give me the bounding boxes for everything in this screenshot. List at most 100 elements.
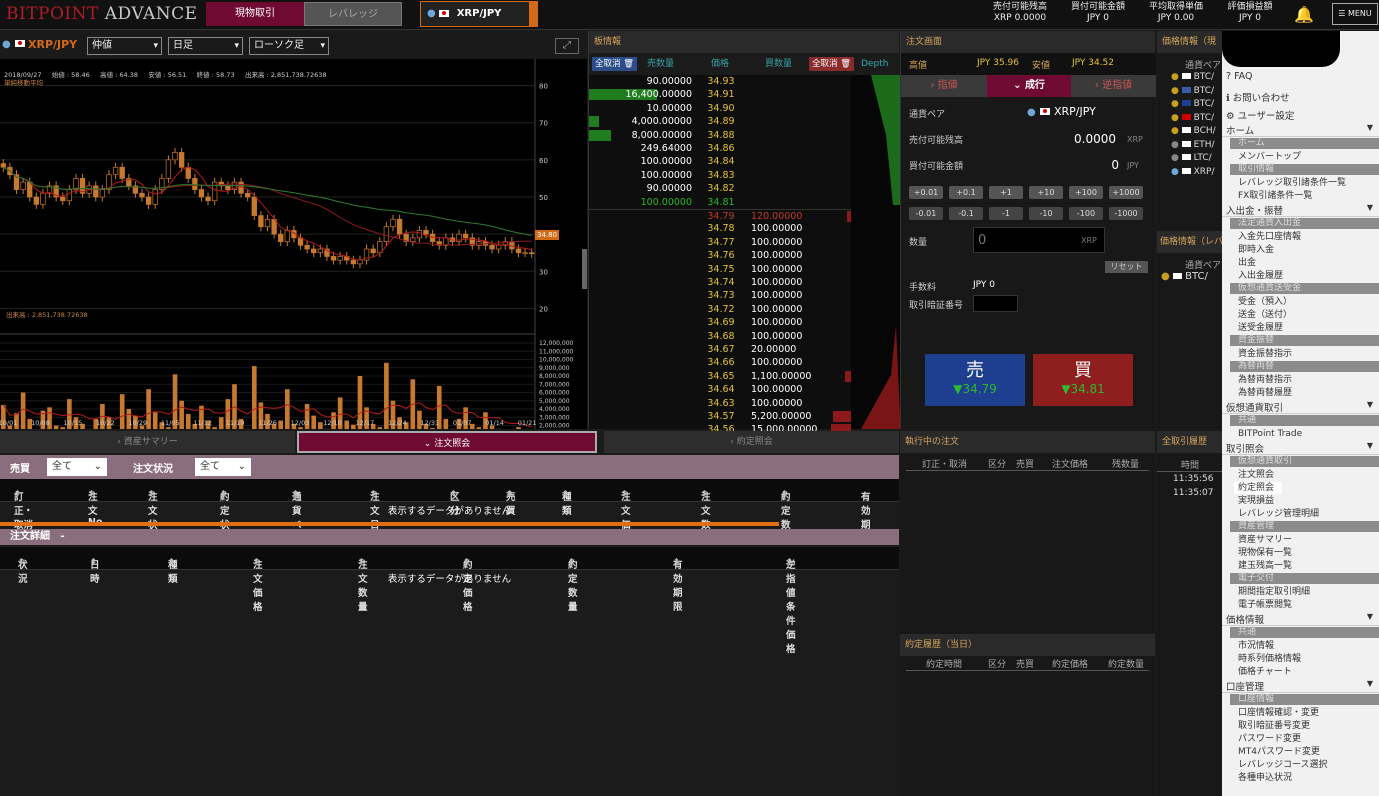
menu-item[interactable]: 口座情報確認・変更 xyxy=(1234,707,1379,719)
tab-leverage[interactable]: レバレッジ xyxy=(304,2,402,26)
menu-item[interactable]: 受金（預入） xyxy=(1234,296,1379,308)
sell-button[interactable]: 売 ▼34.79 xyxy=(925,354,1025,406)
menu-item[interactable]: 実現損益 xyxy=(1234,495,1379,507)
logo[interactable]: BITPOINT ADVANCE xyxy=(6,4,198,24)
tab-spot-trading[interactable]: 現物取引 xyxy=(206,2,304,26)
book-row[interactable]: 34.77 100.00000 xyxy=(589,236,851,249)
menu-item[interactable]: FX取引諸条件一覧 xyxy=(1234,190,1379,202)
qty-step-minus-button[interactable]: -100 xyxy=(1069,207,1103,220)
menu-item[interactable]: 時系列価格情報 xyxy=(1234,653,1379,665)
qty-step-plus-button[interactable]: +0.1 xyxy=(949,186,983,199)
book-row[interactable]: 100.00000 34.83 xyxy=(589,169,851,182)
qty-step-minus-button[interactable]: -0.01 xyxy=(909,207,943,220)
menu-item[interactable]: 約定照会 xyxy=(1234,481,1282,494)
book-row[interactable]: 34.75 100.00000 xyxy=(589,263,851,276)
buy-button[interactable]: 買 ▼34.81 xyxy=(1033,354,1133,406)
book-row[interactable]: 100.00000 34.84 xyxy=(589,155,851,168)
menu-item[interactable]: 為替両替指示 xyxy=(1234,374,1379,386)
scrollbar[interactable] xyxy=(0,522,779,526)
menu-item[interactable]: 現物保有一覧 xyxy=(1234,547,1379,559)
menu-item[interactable]: 電子帳票閲覧 xyxy=(1234,599,1379,611)
menu-item[interactable]: 期間指定取引明細 xyxy=(1234,586,1379,598)
price-type-select[interactable]: 仲値 xyxy=(87,37,162,55)
menu-item[interactable]: レバレッジ管理明細 xyxy=(1234,508,1379,520)
interval-select[interactable]: 日足 xyxy=(168,37,243,55)
menu-item[interactable]: BITPoint Trade xyxy=(1234,428,1379,440)
menu-item[interactable]: 送受金履歴 xyxy=(1234,322,1379,334)
cancel-all-sell-button[interactable]: 全取消 🗑 xyxy=(592,57,638,71)
menu-item[interactable]: パスワード変更 xyxy=(1234,733,1379,745)
tab-asset-summary[interactable]: › 資産サマリー xyxy=(0,431,295,453)
tab-limit[interactable]: › 指値 xyxy=(901,75,987,97)
menu-button[interactable]: ☰ MENU xyxy=(1332,3,1378,25)
menu-item[interactable]: 市況情報 xyxy=(1234,640,1379,652)
book-row[interactable]: 16,400.00000 34.91 xyxy=(589,88,851,101)
book-row[interactable]: 34.78 100.00000 xyxy=(589,222,851,235)
tab-trade-inquiry[interactable]: › 約定照会 xyxy=(604,431,899,453)
qty-step-plus-button[interactable]: +10 xyxy=(1029,186,1063,199)
book-row[interactable]: 90.00000 34.93 xyxy=(589,75,851,88)
menu-top-item[interactable]: ⚙ ユーザー設定 xyxy=(1226,108,1379,122)
book-row[interactable]: 34.73 100.00000 xyxy=(589,289,851,302)
book-row[interactable]: 34.66 100.00000 xyxy=(589,356,851,369)
book-row[interactable]: 249.64000 34.86 xyxy=(589,142,851,155)
book-row[interactable]: 100.00000 34.81 xyxy=(589,196,851,209)
menu-item[interactable]: 価格チャート xyxy=(1234,666,1379,678)
menu-top-item[interactable]: ? FAQ xyxy=(1226,71,1379,82)
filter-side-select[interactable]: 全て ⌄ xyxy=(47,458,107,476)
menu-section[interactable]: 入出金・振替 ▼ xyxy=(1222,203,1379,217)
menu-item[interactable]: 注文照会 xyxy=(1234,469,1379,481)
qty-step-plus-button[interactable]: +1000 xyxy=(1109,186,1143,199)
menu-item[interactable]: 資金振替指示 xyxy=(1234,348,1379,360)
menu-section[interactable]: 価格情報 ▼ xyxy=(1222,612,1379,626)
qty-step-plus-button[interactable]: +0.01 xyxy=(909,186,943,199)
price-info-lev-item[interactable]: ● BTC/ xyxy=(1161,271,1231,283)
book-row[interactable]: 34.74 100.00000 xyxy=(589,276,851,289)
menu-item[interactable]: MT4パスワード変更 xyxy=(1234,746,1379,758)
menu-item[interactable]: 為替両替履歴 xyxy=(1234,387,1379,399)
book-row[interactable]: 34.64 100.00000 xyxy=(589,383,851,396)
book-row[interactable]: 4,000.00000 34.89 xyxy=(589,115,851,128)
bell-icon[interactable]: 🔔 xyxy=(1294,5,1314,24)
book-row[interactable]: 90.00000 34.82 xyxy=(589,182,851,195)
qty-step-minus-button[interactable]: -1 xyxy=(989,207,1023,220)
reset-button[interactable]: リセット xyxy=(1105,261,1148,273)
menu-section[interactable]: 仮想通貨取引 ▼ xyxy=(1222,400,1379,414)
filter-status-select[interactable]: 全て ⌄ xyxy=(195,458,251,476)
qty-step-minus-button[interactable]: -1000 xyxy=(1109,207,1143,220)
menu-item[interactable]: 資産サマリー xyxy=(1234,534,1379,546)
book-row[interactable]: 10.00000 34.90 xyxy=(589,102,851,115)
pair-selector[interactable]: ● XRP/JPY xyxy=(420,1,538,27)
qty-step-minus-button[interactable]: -10 xyxy=(1029,207,1063,220)
menu-item[interactable]: 入出金履歴 xyxy=(1234,270,1379,282)
tab-stop[interactable]: › 逆指値 xyxy=(1071,75,1156,97)
book-row[interactable]: 34.76 100.00000 xyxy=(589,249,851,262)
tab-market[interactable]: ⌄ 成行 xyxy=(987,75,1071,97)
tab-order-inquiry[interactable]: ⌄ 注文照会 xyxy=(297,431,597,453)
book-row[interactable]: 34.67 20.00000 xyxy=(589,343,851,356)
menu-item[interactable]: 即時入金 xyxy=(1234,244,1379,256)
menu-section[interactable]: 口座管理 ▼ xyxy=(1222,679,1379,693)
qty-step-minus-button[interactable]: -0.1 xyxy=(949,207,983,220)
qty-step-plus-button[interactable]: +1 xyxy=(989,186,1023,199)
book-row[interactable]: 34.79 120.00000 xyxy=(589,209,851,222)
book-row[interactable]: 34.68 100.00000 xyxy=(589,330,851,343)
menu-item[interactable]: 入金先口座情報 xyxy=(1234,231,1379,243)
menu-item[interactable]: 各種申込状況 xyxy=(1234,772,1379,784)
book-row[interactable]: 34.72 100.00000 xyxy=(589,303,851,316)
menu-item[interactable]: メンバートップ xyxy=(1234,151,1379,163)
menu-item[interactable]: レバレッジコース選択 xyxy=(1234,759,1379,771)
fullscreen-icon[interactable]: ⤢ xyxy=(555,38,579,54)
panel-resize-handle[interactable] xyxy=(582,249,587,289)
menu-item[interactable]: レバレッジ取引諸条件一覧 xyxy=(1234,177,1379,189)
menu-item[interactable]: 送金（送付） xyxy=(1234,309,1379,321)
price-chart[interactable]: 2030405060708001,000,0002,000,0003,000,0… xyxy=(0,59,587,429)
menu-item[interactable]: 建玉残高一覧 xyxy=(1234,560,1379,572)
menu-top-item[interactable]: ℹ お問い合わせ xyxy=(1226,90,1379,104)
book-row[interactable]: 34.65 1,100.00000 xyxy=(589,370,851,383)
menu-item[interactable]: 取引暗証番号変更 xyxy=(1234,720,1379,732)
book-row[interactable]: 34.57 5,200.00000 xyxy=(589,410,851,423)
book-row[interactable]: 8,000.00000 34.88 xyxy=(589,129,851,142)
book-row[interactable]: 34.69 100.00000 xyxy=(589,316,851,329)
detail-collapse[interactable]: - xyxy=(60,531,64,542)
